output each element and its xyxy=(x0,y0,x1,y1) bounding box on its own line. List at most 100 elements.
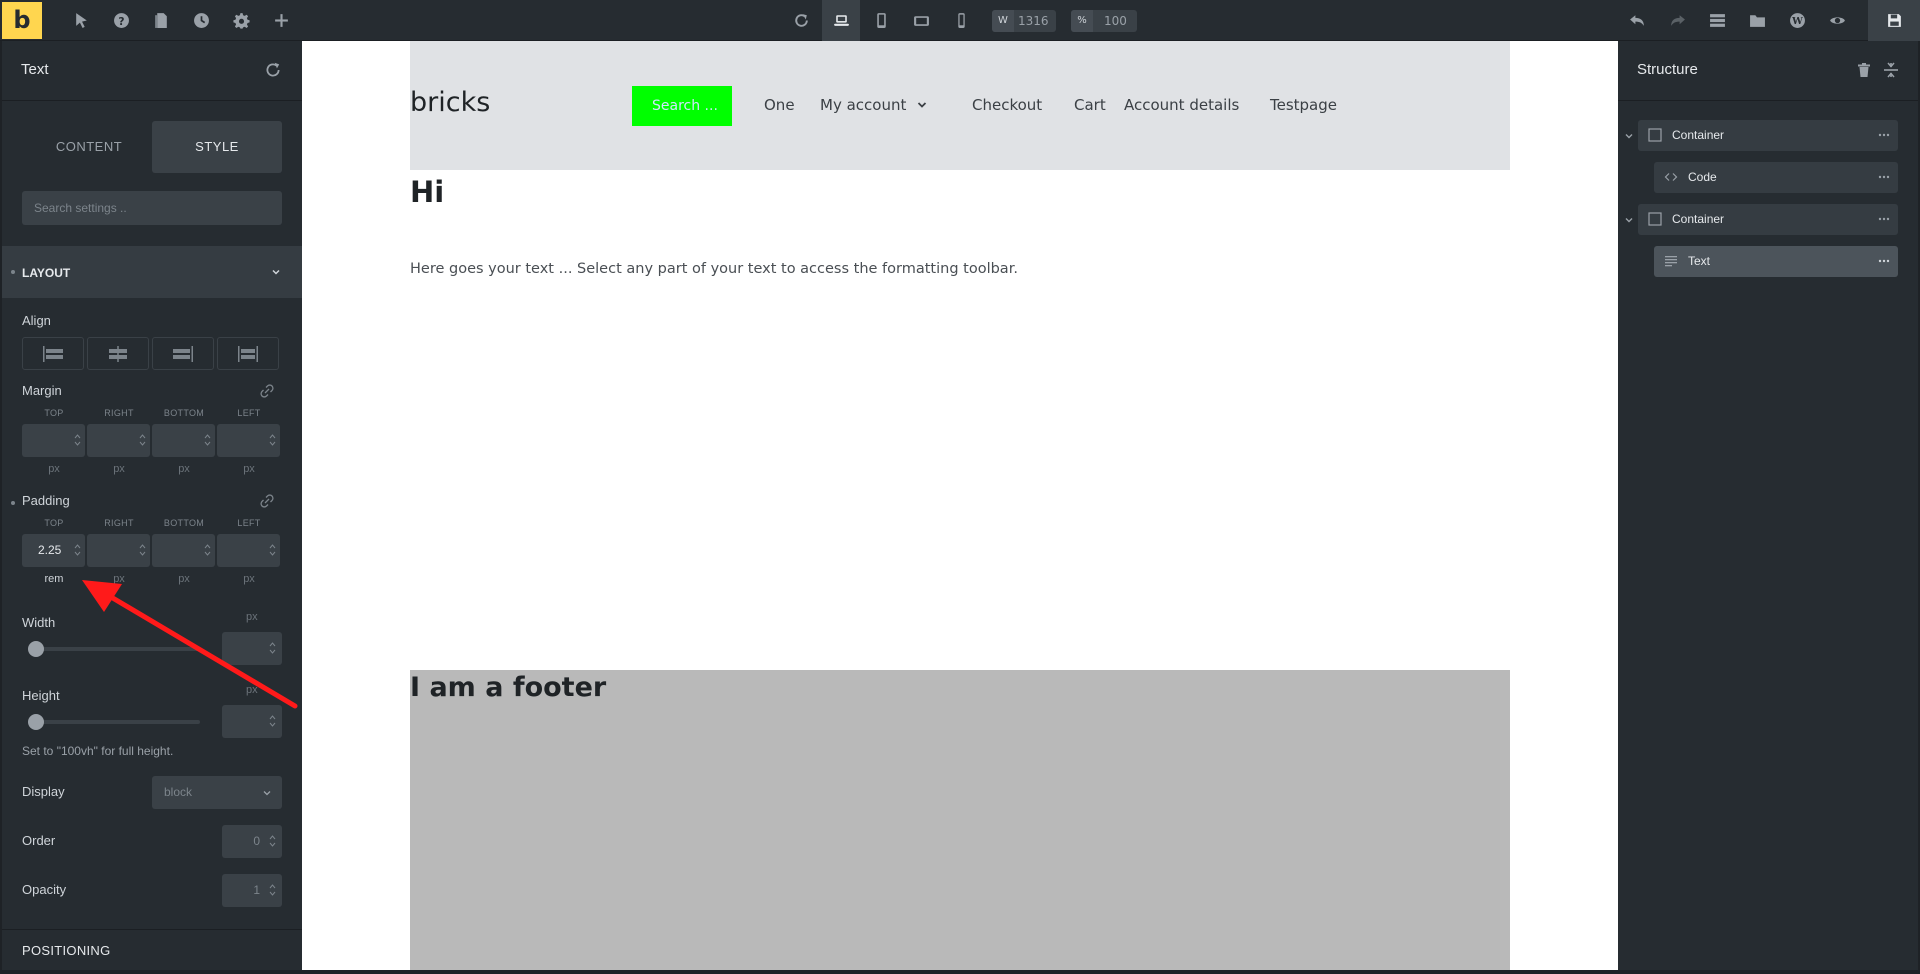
nav-item-checkout[interactable]: Checkout xyxy=(972,96,1042,114)
display-label: Display xyxy=(22,784,65,799)
add-element-button[interactable] xyxy=(262,0,300,41)
structure-item-container[interactable]: Container xyxy=(1638,204,1898,235)
media-folder-button[interactable] xyxy=(1738,0,1776,41)
chevron-down-icon[interactable] xyxy=(1624,131,1634,141)
width-label: Width xyxy=(22,615,56,630)
stepper-icon[interactable] xyxy=(269,433,276,447)
tablet-icon xyxy=(876,13,886,28)
site-search-box[interactable]: Search ... xyxy=(632,86,732,126)
margin-right-unit[interactable]: px xyxy=(87,463,151,475)
margin-bottom-unit[interactable]: px xyxy=(152,463,216,475)
page-heading[interactable]: Hi xyxy=(410,175,444,209)
undo-button[interactable] xyxy=(1618,0,1656,41)
site-header[interactable]: bricks Search ... One My account Checkou… xyxy=(410,41,1510,170)
plus-icon xyxy=(274,14,288,27)
margin-right-input[interactable] xyxy=(87,424,150,457)
more-icon[interactable] xyxy=(1878,217,1890,221)
link-icon[interactable] xyxy=(260,384,274,398)
padding-bottom-input[interactable] xyxy=(152,534,215,567)
nav-item-account-details[interactable]: Account details xyxy=(1124,96,1239,114)
opacity-input[interactable]: 1 xyxy=(222,874,282,907)
nav-item-testpage[interactable]: Testpage xyxy=(1270,96,1337,114)
help-button[interactable]: ? xyxy=(102,0,140,41)
stepper-icon[interactable] xyxy=(74,543,81,557)
site-footer[interactable]: I am a footer xyxy=(410,670,1510,970)
margin-left-input[interactable] xyxy=(217,424,280,457)
canvas-width-value[interactable]: 1316 xyxy=(1018,10,1049,32)
structure-item-code[interactable]: Code xyxy=(1654,162,1898,193)
builder-canvas[interactable]: bricks Search ... One My account Checkou… xyxy=(302,41,1618,970)
reload-canvas-button[interactable] xyxy=(782,0,820,41)
trash-icon[interactable] xyxy=(1856,62,1872,78)
stepper-icon[interactable] xyxy=(269,883,276,897)
bricks-logo[interactable]: b xyxy=(2,2,42,39)
stepper-icon[interactable] xyxy=(139,543,146,557)
stepper-icon[interactable] xyxy=(204,433,211,447)
margin-top-unit[interactable]: px xyxy=(22,463,86,475)
canvas-width-field[interactable]: W 1316 xyxy=(992,10,1056,32)
align-center-button[interactable] xyxy=(87,337,149,370)
revisions-button[interactable] xyxy=(182,0,220,41)
search-settings-input[interactable] xyxy=(22,191,282,225)
collapse-icon[interactable] xyxy=(1883,62,1899,78)
height-slider[interactable] xyxy=(28,720,200,724)
display-select[interactable]: block xyxy=(152,776,282,809)
margin-bottom-input[interactable] xyxy=(152,424,215,457)
templates-button[interactable] xyxy=(1698,0,1736,41)
align-right-button[interactable] xyxy=(152,337,214,370)
padding-left-input[interactable] xyxy=(217,534,280,567)
modified-indicator-dot xyxy=(11,501,15,505)
breakpoint-mobile-button[interactable] xyxy=(942,0,980,41)
stepper-icon[interactable] xyxy=(74,433,81,447)
structure-item-container[interactable]: Container xyxy=(1638,120,1898,151)
save-button[interactable] xyxy=(1868,0,1920,41)
structure-item-text[interactable]: Text xyxy=(1654,246,1898,277)
link-icon[interactable] xyxy=(260,494,274,508)
align-left-button[interactable] xyxy=(22,337,84,370)
layout-section-header[interactable]: LAYOUT xyxy=(2,246,302,298)
laptop-icon xyxy=(833,15,849,26)
stepper-icon[interactable] xyxy=(204,543,211,557)
padding-right-input[interactable] xyxy=(87,534,150,567)
reset-icon[interactable] xyxy=(264,61,282,79)
margin-left-unit[interactable]: px xyxy=(217,463,281,475)
folder-icon xyxy=(1749,15,1765,27)
more-icon[interactable] xyxy=(1878,133,1890,137)
tab-style[interactable]: STYLE xyxy=(152,121,282,173)
padding-top-input[interactable]: 2.25 xyxy=(22,534,85,567)
checkbox-icon[interactable] xyxy=(1648,212,1662,226)
settings-button[interactable] xyxy=(222,0,260,41)
stepper-icon[interactable] xyxy=(269,834,276,848)
margin-top-input[interactable] xyxy=(22,424,85,457)
canvas-zoom-field[interactable]: % 100 xyxy=(1071,10,1137,32)
footer-heading[interactable]: I am a footer xyxy=(410,672,606,703)
breakpoint-desktop-button[interactable] xyxy=(822,0,860,41)
tab-content[interactable]: CONTENT xyxy=(24,121,154,173)
select-element-button[interactable] xyxy=(62,0,100,41)
stack-icon xyxy=(1709,14,1725,27)
more-icon[interactable] xyxy=(1878,175,1890,179)
chevron-down-icon[interactable] xyxy=(1624,215,1634,225)
breakpoint-tablet-portrait-button[interactable] xyxy=(862,0,900,41)
wordpress-button[interactable]: W xyxy=(1778,0,1816,41)
padding-left-label: LEFT xyxy=(237,518,261,528)
height-slider-handle[interactable] xyxy=(28,714,44,730)
breakpoint-tablet-landscape-button[interactable] xyxy=(902,0,940,41)
nav-item-my-account[interactable]: My account xyxy=(820,96,927,114)
nav-item-one[interactable]: One xyxy=(764,96,795,114)
canvas-zoom-value[interactable]: 100 xyxy=(1104,10,1127,32)
more-icon[interactable] xyxy=(1878,259,1890,263)
preview-button[interactable] xyxy=(1818,0,1856,41)
redo-button[interactable] xyxy=(1658,0,1696,41)
width-slider-handle[interactable] xyxy=(28,641,44,657)
checkbox-icon[interactable] xyxy=(1648,128,1662,142)
text-element[interactable]: Here goes your text ... Select any part … xyxy=(410,261,1018,277)
positioning-section-header[interactable]: POSITIONING xyxy=(2,929,302,970)
stepper-icon[interactable] xyxy=(139,433,146,447)
align-stretch-button[interactable] xyxy=(217,337,279,370)
nav-item-cart[interactable]: Cart xyxy=(1074,96,1106,114)
pages-button[interactable] xyxy=(142,0,180,41)
order-input[interactable]: 0 xyxy=(222,825,282,858)
stepper-icon[interactable] xyxy=(269,543,276,557)
site-logo[interactable]: bricks xyxy=(410,87,490,118)
